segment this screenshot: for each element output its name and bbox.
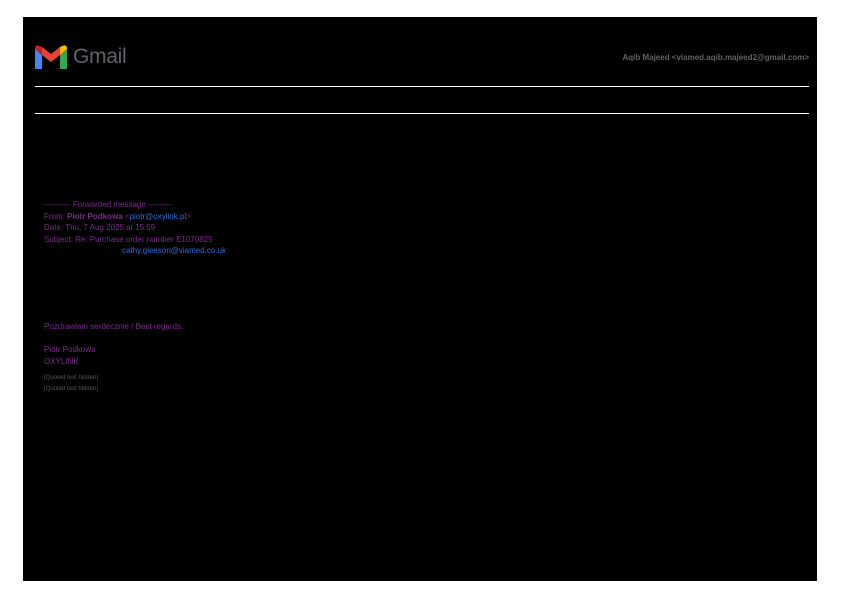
signature-company: OXYLINK xyxy=(44,356,79,366)
divider-bottom xyxy=(35,113,809,114)
forward-cc: cathy.gleeson@viamed.co.uk xyxy=(44,245,804,257)
cc-email-link[interactable]: cathy.gleeson@viamed.co.uk xyxy=(122,246,226,255)
quoted-text-hidden[interactable]: [Quoted text hidden] xyxy=(44,373,804,384)
signature-greeting: Pozdrawiam serdecznie / Best regards, xyxy=(44,321,184,331)
gmail-logo: Gmail xyxy=(35,45,127,69)
quoted-text-hidden[interactable]: [Quoted text hidden] xyxy=(44,384,804,395)
divider-top xyxy=(35,86,809,87)
forward-subject: Subject: Re: Purchase order number E1070… xyxy=(44,234,213,244)
signature-gap xyxy=(44,333,804,345)
forward-from: From: Piotr Podkowa <piotr@oxylink.pl> xyxy=(44,211,804,223)
forward-date: Date: Thu, 7 Aug 2025 at 15:59 xyxy=(44,223,156,233)
message-body: ---------- Forwarded message --------- F… xyxy=(44,199,804,395)
email-bracket-open: < xyxy=(122,211,130,221)
sender-email-link[interactable]: piotr@oxylink.pl xyxy=(130,212,187,221)
account-identity: Aqib Majeed <viamed.aqib.majeed2@gmail.c… xyxy=(622,53,809,62)
email-print-page: Gmail Aqib Majeed <viamed.aqib.majeed2@g… xyxy=(23,17,817,581)
email-bracket-close: > xyxy=(186,211,191,221)
signature-name: Piotr Podkowa xyxy=(44,345,96,355)
print-header: Gmail Aqib Majeed <viamed.aqib.majeed2@g… xyxy=(35,43,809,73)
gmail-wordmark: Gmail xyxy=(73,45,127,68)
forward-separator: ---------- Forwarded message --------- xyxy=(44,200,172,209)
sender-name: Piotr Podkowa xyxy=(67,211,123,221)
from-label: From: xyxy=(44,211,68,221)
quoted-text-list: [Quoted text hidden] [Quoted text hidden… xyxy=(44,373,804,395)
gmail-m-icon xyxy=(35,45,67,69)
